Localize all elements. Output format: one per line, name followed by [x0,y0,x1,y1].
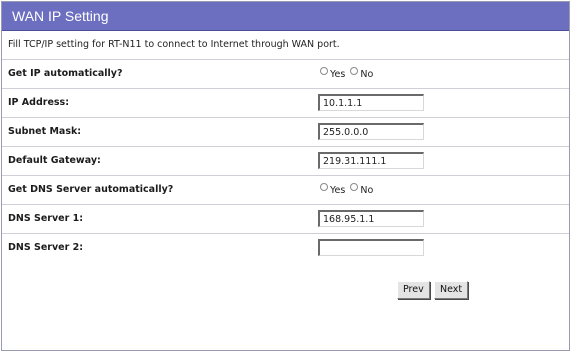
get-dns-auto-label: Get DNS Server automatically? [8,184,174,195]
row-ip-address: IP Address: [2,89,569,118]
row-dns-server-2: DNS Server 2: [2,234,569,262]
page-description: Fill TCP/IP setting for RT-N11 to connec… [2,31,569,60]
row-default-gateway: Default Gateway: [2,147,569,176]
row-get-ip-auto: Get IP automatically? Yes No [2,60,569,89]
ip-address-label: IP Address: [8,97,69,108]
dns-server-1-input[interactable] [318,210,424,227]
get-ip-auto-no-radio[interactable] [350,67,359,75]
get-ip-auto-radio-group: Yes No [320,60,378,88]
get-dns-auto-yes-label: Yes [330,184,346,196]
dns-server-2-label: DNS Server 2: [8,242,83,253]
default-gateway-label: Default Gateway: [8,155,101,166]
get-dns-auto-no-label: No [360,184,374,196]
default-gateway-input[interactable] [318,152,424,169]
get-dns-auto-no-radio[interactable] [350,183,359,191]
button-bar: Prev Next [2,262,569,316]
dns-server-2-input[interactable] [318,239,424,256]
dns-server-1-label: DNS Server 1: [8,213,83,224]
wan-ip-setting-panel: WAN IP Setting Fill TCP/IP setting for R… [1,1,570,351]
subnet-mask-label: Subnet Mask: [8,126,82,137]
subnet-mask-input[interactable] [318,123,424,140]
ip-address-input[interactable] [318,94,424,111]
page-title: WAN IP Setting [2,2,569,31]
get-dns-auto-yes-radio[interactable] [320,183,328,191]
next-button[interactable]: Next [434,281,469,299]
prev-button[interactable]: Prev [397,281,430,299]
row-subnet-mask: Subnet Mask: [2,118,569,147]
get-ip-auto-yes-label: Yes [330,68,346,80]
row-get-dns-auto: Get DNS Server automatically? Yes No [2,176,569,205]
get-ip-auto-label: Get IP automatically? [8,68,123,79]
get-ip-auto-yes-radio[interactable] [320,67,328,75]
get-ip-auto-no-label: No [360,68,374,80]
row-dns-server-1: DNS Server 1: [2,205,569,234]
get-dns-auto-radio-group: Yes No [320,176,378,204]
